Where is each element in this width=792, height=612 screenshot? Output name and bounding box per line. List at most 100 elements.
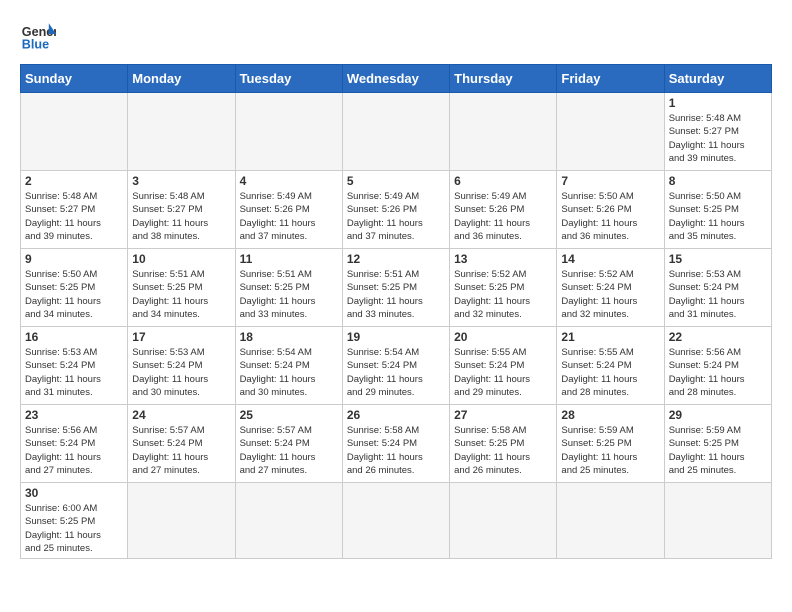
- day-info: Sunrise: 5:50 AM Sunset: 5:26 PM Dayligh…: [561, 190, 659, 243]
- calendar-week-1: 1Sunrise: 5:48 AM Sunset: 5:27 PM Daylig…: [21, 93, 772, 171]
- calendar-cell: 11 Sunrise: 5:51 AM Sunset: 5:25 PM Dayli…: [235, 249, 342, 327]
- calendar-cell: 22 Sunrise: 5:56 AM Sunset: 5:24 PM Dayli…: [664, 327, 771, 405]
- calendar-cell: 27 Sunrise: 5:58 AM Sunset: 5:25 PM Dayli…: [450, 405, 557, 483]
- day-info: Sunrise: 5:59 AM Sunset: 5:25 PM Dayligh…: [561, 424, 659, 477]
- calendar-cell: 13 Sunrise: 5:52 AM Sunset: 5:25 PM Dayli…: [450, 249, 557, 327]
- day-number: 26: [347, 408, 445, 422]
- day-info: Sunrise: 5:56 AM Sunset: 5:24 PM Dayligh…: [25, 424, 123, 477]
- day-info: Sunrise: 5:55 AM Sunset: 5:24 PM Dayligh…: [454, 346, 552, 399]
- calendar-cell: 30 Sunrise: 6:00 AM Sunset: 5:25 PM Dayli…: [21, 483, 128, 559]
- day-number: 9: [25, 252, 123, 266]
- svg-text:Blue: Blue: [22, 37, 49, 51]
- calendar-cell: 28 Sunrise: 5:59 AM Sunset: 5:25 PM Dayli…: [557, 405, 664, 483]
- day-number: 11: [240, 252, 338, 266]
- calendar-week-3: 9 Sunrise: 5:50 AM Sunset: 5:25 PM Daylig…: [21, 249, 772, 327]
- day-number: 1: [669, 96, 767, 110]
- header: General Blue: [20, 16, 772, 52]
- calendar-week-6: 30 Sunrise: 6:00 AM Sunset: 5:25 PM Dayli…: [21, 483, 772, 559]
- calendar-cell: 26 Sunrise: 5:58 AM Sunset: 5:24 PM Dayli…: [342, 405, 449, 483]
- calendar-cell: [235, 483, 342, 559]
- day-number: 10: [132, 252, 230, 266]
- day-info: Sunrise: 5:53 AM Sunset: 5:24 PM Dayligh…: [669, 268, 767, 321]
- calendar-cell: [557, 93, 664, 171]
- day-info: Sunrise: 5:48 AM Sunset: 5:27 PM Dayligh…: [25, 190, 123, 243]
- calendar-header-row: SundayMondayTuesdayWednesdayThursdayFrid…: [21, 65, 772, 93]
- day-info: Sunrise: 5:59 AM Sunset: 5:25 PM Dayligh…: [669, 424, 767, 477]
- calendar-cell: 6Sunrise: 5:49 AM Sunset: 5:26 PM Daylig…: [450, 171, 557, 249]
- calendar-cell: 23 Sunrise: 5:56 AM Sunset: 5:24 PM Dayli…: [21, 405, 128, 483]
- calendar-cell: 2Sunrise: 5:48 AM Sunset: 5:27 PM Daylig…: [21, 171, 128, 249]
- calendar-cell: 21Sunrise: 5:55 AM Sunset: 5:24 PM Dayli…: [557, 327, 664, 405]
- day-info: Sunrise: 5:54 AM Sunset: 5:24 PM Dayligh…: [347, 346, 445, 399]
- header-monday: Monday: [128, 65, 235, 93]
- day-number: 20: [454, 330, 552, 344]
- header-wednesday: Wednesday: [342, 65, 449, 93]
- day-number: 6: [454, 174, 552, 188]
- day-info: Sunrise: 5:48 AM Sunset: 5:27 PM Dayligh…: [132, 190, 230, 243]
- calendar-cell: 18Sunrise: 5:54 AM Sunset: 5:24 PM Dayli…: [235, 327, 342, 405]
- calendar-cell: 24 Sunrise: 5:57 AM Sunset: 5:24 PM Dayli…: [128, 405, 235, 483]
- calendar-cell: [450, 93, 557, 171]
- day-info: Sunrise: 5:57 AM Sunset: 5:24 PM Dayligh…: [240, 424, 338, 477]
- day-number: 5: [347, 174, 445, 188]
- day-number: 27: [454, 408, 552, 422]
- calendar-cell: [557, 483, 664, 559]
- calendar-cell: 4 Sunrise: 5:49 AM Sunset: 5:26 PM Daylig…: [235, 171, 342, 249]
- calendar-cell: 14Sunrise: 5:52 AM Sunset: 5:24 PM Dayli…: [557, 249, 664, 327]
- day-number: 28: [561, 408, 659, 422]
- header-sunday: Sunday: [21, 65, 128, 93]
- calendar-cell: [664, 483, 771, 559]
- header-tuesday: Tuesday: [235, 65, 342, 93]
- calendar-cell: 1Sunrise: 5:48 AM Sunset: 5:27 PM Daylig…: [664, 93, 771, 171]
- logo: General Blue: [20, 16, 60, 52]
- calendar-cell: 17 Sunrise: 5:53 AM Sunset: 5:24 PM Dayli…: [128, 327, 235, 405]
- day-number: 24: [132, 408, 230, 422]
- calendar-cell: 3 Sunrise: 5:48 AM Sunset: 5:27 PM Daylig…: [128, 171, 235, 249]
- calendar-cell: 15Sunrise: 5:53 AM Sunset: 5:24 PM Dayli…: [664, 249, 771, 327]
- day-info: Sunrise: 6:00 AM Sunset: 5:25 PM Dayligh…: [25, 502, 123, 555]
- day-number: 29: [669, 408, 767, 422]
- day-info: Sunrise: 5:49 AM Sunset: 5:26 PM Dayligh…: [240, 190, 338, 243]
- day-number: 3: [132, 174, 230, 188]
- calendar-cell: [450, 483, 557, 559]
- calendar-cell: 12 Sunrise: 5:51 AM Sunset: 5:25 PM Dayli…: [342, 249, 449, 327]
- calendar-table: SundayMondayTuesdayWednesdayThursdayFrid…: [20, 64, 772, 559]
- day-info: Sunrise: 5:51 AM Sunset: 5:25 PM Dayligh…: [240, 268, 338, 321]
- day-info: Sunrise: 5:50 AM Sunset: 5:25 PM Dayligh…: [25, 268, 123, 321]
- calendar-cell: [128, 483, 235, 559]
- day-number: 4: [240, 174, 338, 188]
- day-info: Sunrise: 5:52 AM Sunset: 5:25 PM Dayligh…: [454, 268, 552, 321]
- day-info: Sunrise: 5:51 AM Sunset: 5:25 PM Dayligh…: [132, 268, 230, 321]
- day-number: 14: [561, 252, 659, 266]
- day-info: Sunrise: 5:53 AM Sunset: 5:24 PM Dayligh…: [132, 346, 230, 399]
- day-number: 18: [240, 330, 338, 344]
- day-number: 23: [25, 408, 123, 422]
- day-number: 7: [561, 174, 659, 188]
- calendar-week-4: 16Sunrise: 5:53 AM Sunset: 5:24 PM Dayli…: [21, 327, 772, 405]
- day-info: Sunrise: 5:58 AM Sunset: 5:25 PM Dayligh…: [454, 424, 552, 477]
- day-info: Sunrise: 5:57 AM Sunset: 5:24 PM Dayligh…: [132, 424, 230, 477]
- day-info: Sunrise: 5:51 AM Sunset: 5:25 PM Dayligh…: [347, 268, 445, 321]
- day-info: Sunrise: 5:49 AM Sunset: 5:26 PM Dayligh…: [347, 190, 445, 243]
- header-thursday: Thursday: [450, 65, 557, 93]
- calendar-cell: 10 Sunrise: 5:51 AM Sunset: 5:25 PM Dayli…: [128, 249, 235, 327]
- calendar-cell: [235, 93, 342, 171]
- day-number: 13: [454, 252, 552, 266]
- calendar-cell: 25Sunrise: 5:57 AM Sunset: 5:24 PM Dayli…: [235, 405, 342, 483]
- calendar-cell: [128, 93, 235, 171]
- calendar-week-2: 2Sunrise: 5:48 AM Sunset: 5:27 PM Daylig…: [21, 171, 772, 249]
- day-info: Sunrise: 5:58 AM Sunset: 5:24 PM Dayligh…: [347, 424, 445, 477]
- header-friday: Friday: [557, 65, 664, 93]
- day-number: 17: [132, 330, 230, 344]
- day-number: 12: [347, 252, 445, 266]
- calendar-cell: 29 Sunrise: 5:59 AM Sunset: 5:25 PM Dayli…: [664, 405, 771, 483]
- calendar-week-5: 23 Sunrise: 5:56 AM Sunset: 5:24 PM Dayli…: [21, 405, 772, 483]
- calendar-cell: [342, 93, 449, 171]
- calendar-cell: [21, 93, 128, 171]
- calendar-cell: [342, 483, 449, 559]
- day-info: Sunrise: 5:55 AM Sunset: 5:24 PM Dayligh…: [561, 346, 659, 399]
- calendar-cell: 19Sunrise: 5:54 AM Sunset: 5:24 PM Dayli…: [342, 327, 449, 405]
- day-info: Sunrise: 5:56 AM Sunset: 5:24 PM Dayligh…: [669, 346, 767, 399]
- day-number: 22: [669, 330, 767, 344]
- day-number: 30: [25, 486, 123, 500]
